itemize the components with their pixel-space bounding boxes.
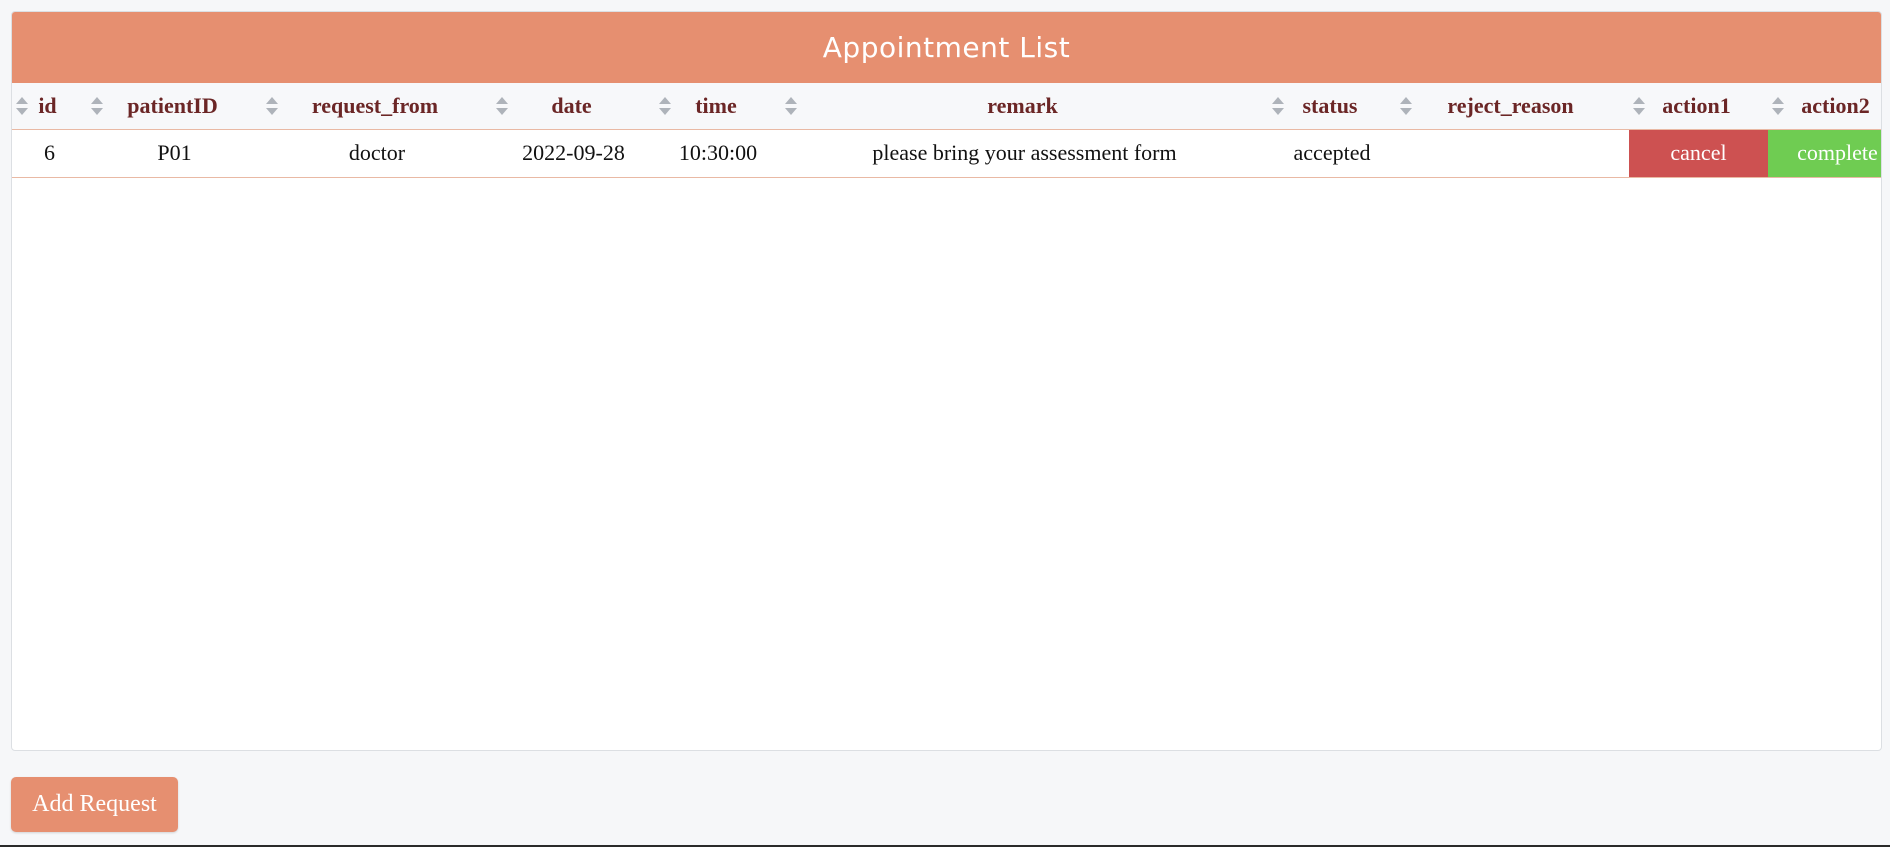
cell-time: 10:30:00	[678, 140, 758, 165]
cell-action2: complete	[1768, 129, 1881, 177]
column-header-action1[interactable]: action1	[1629, 83, 1768, 129]
sort-icon[interactable]	[1399, 96, 1413, 116]
sort-icon[interactable]	[495, 96, 509, 116]
cell-patientid: P01	[157, 140, 192, 165]
sort-icon[interactable]	[1771, 96, 1785, 116]
appointment-table: id patientID request_from date time rema…	[12, 83, 1881, 178]
column-header-date[interactable]: date	[492, 83, 655, 129]
complete-button[interactable]: complete	[1768, 129, 1881, 177]
column-header-time[interactable]: time	[655, 83, 781, 129]
column-header-request-from[interactable]: request_from	[262, 83, 492, 129]
column-header-action2[interactable]: action2	[1768, 83, 1881, 129]
sort-icon[interactable]	[658, 96, 672, 116]
sort-icon[interactable]	[265, 96, 279, 116]
cell-request-from: doctor	[348, 140, 406, 165]
column-header-id[interactable]: id	[12, 83, 87, 129]
column-header-reject-reason[interactable]: reject_reason	[1396, 83, 1629, 129]
cancel-button[interactable]: cancel	[1629, 129, 1768, 177]
column-header-status[interactable]: status	[1268, 83, 1396, 129]
panel-title: Appointment List	[12, 12, 1881, 83]
column-header-remark[interactable]: remark	[781, 83, 1268, 129]
cell-id: 6	[44, 140, 55, 165]
appointment-panel: Appointment List id patientID request_fr…	[11, 11, 1882, 751]
sort-icon[interactable]	[784, 96, 798, 116]
table-row: 6 P01 doctor 2022-09-28 10:30:00 please …	[12, 129, 1881, 177]
sort-icon[interactable]	[90, 96, 104, 116]
sort-icon[interactable]	[1632, 96, 1646, 116]
cell-action1: cancel	[1629, 129, 1768, 177]
column-header-patientid[interactable]: patientID	[87, 83, 262, 129]
cell-status: accepted	[1293, 140, 1371, 165]
add-request-button[interactable]: Add Request	[11, 777, 178, 832]
table-header-row: id patientID request_from date time rema…	[12, 83, 1881, 129]
cell-reject-reason	[1396, 129, 1629, 177]
sort-icon[interactable]	[15, 96, 29, 116]
cell-remark: please bring your assessment form	[872, 140, 1177, 165]
sort-icon[interactable]	[1271, 96, 1285, 116]
cell-date: 2022-09-28	[522, 140, 625, 165]
